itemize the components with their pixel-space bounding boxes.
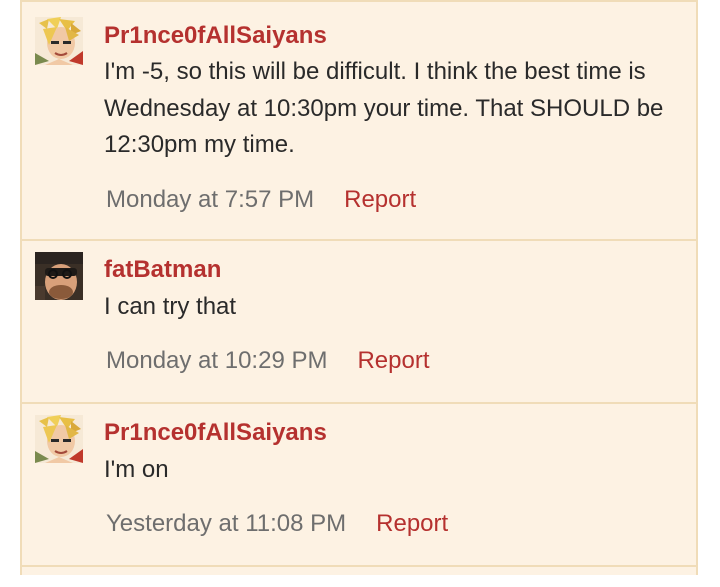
report-link[interactable]: Report <box>357 347 429 374</box>
comment-text: I'm on <box>104 456 169 483</box>
comment-text: I'm -5, so this will be difficult. I thi… <box>104 58 664 158</box>
comment-meta: Monday at 7:57 PM Report <box>106 185 416 215</box>
comment-timestamp[interactable]: Monday at 10:29 PM <box>106 347 327 374</box>
report-link[interactable]: Report <box>376 510 448 537</box>
anime-avatar-icon[interactable] <box>35 415 83 463</box>
comment-author[interactable]: fatBatman <box>104 255 221 285</box>
comment-text: I can try that <box>104 293 237 320</box>
comment-timestamp[interactable]: Monday at 7:57 PM <box>106 186 314 213</box>
comment-timestamp[interactable]: Yesterday at 11:08 PM <box>106 510 346 537</box>
comment-meta: Monday at 10:29 PM Report <box>106 346 430 376</box>
anime-avatar-icon[interactable] <box>35 17 83 65</box>
report-link[interactable]: Report <box>344 186 416 213</box>
comment-item: Pr1nce0fAllSaiyans I'm -5, so this will … <box>22 0 696 241</box>
comment-item: Pr1nce0fAllSaiyans I'm on Yesterday at 1… <box>22 404 696 567</box>
photo-avatar-icon[interactable] <box>35 252 83 300</box>
comment-author[interactable]: Pr1nce0fAllSaiyans <box>104 21 327 51</box>
comment-thread: Pr1nce0fAllSaiyans I'm -5, so this will … <box>20 0 698 575</box>
comment-author[interactable]: Pr1nce0fAllSaiyans <box>104 418 327 448</box>
comment-item: fatBatman I can try that Monday at 10:29… <box>22 241 696 404</box>
comment-meta: Yesterday at 11:08 PM Report <box>106 509 448 539</box>
comment-item-partial <box>22 567 696 587</box>
